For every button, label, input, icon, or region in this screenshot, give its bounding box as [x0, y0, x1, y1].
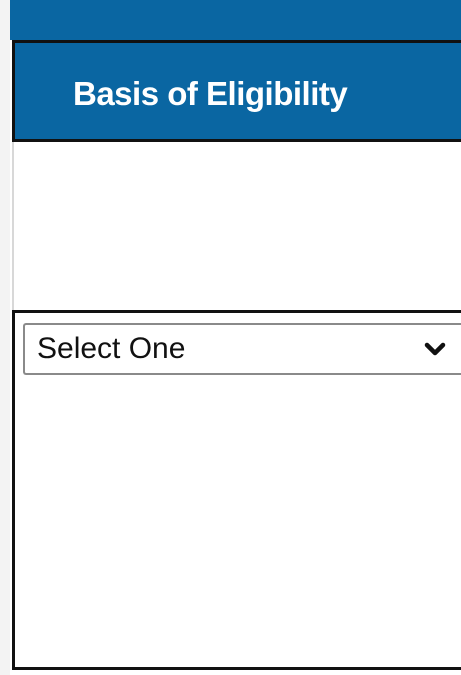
column-header-label: Basis of Eligibility	[73, 75, 348, 112]
basis-of-eligibility-select[interactable]: Select One	[23, 323, 461, 375]
left-gutter	[0, 0, 10, 675]
eligibility-select-cell: Select One	[12, 310, 461, 670]
select-current-value: Select One	[37, 332, 186, 365]
form-table-region: Basis of Eligibility Select One	[0, 0, 461, 675]
chevron-down-icon[interactable]	[423, 337, 447, 361]
empty-table-row	[12, 142, 461, 311]
table-top-band	[10, 0, 461, 40]
column-header-basis-of-eligibility: Basis of Eligibility	[12, 40, 461, 142]
